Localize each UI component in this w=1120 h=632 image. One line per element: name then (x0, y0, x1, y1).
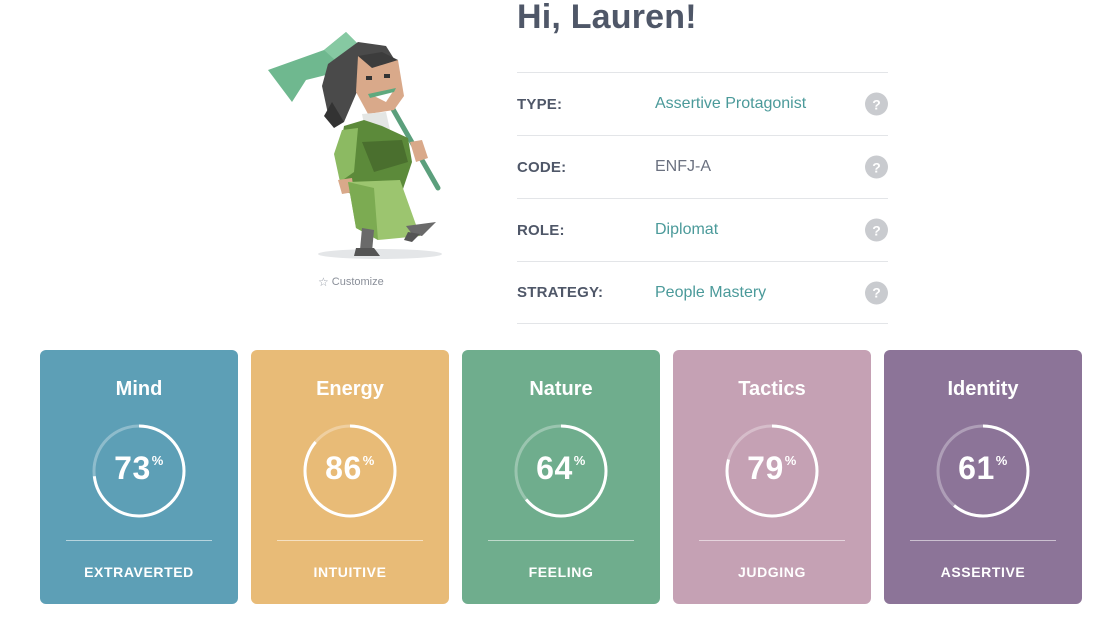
page-title: Hi, Lauren! (517, 0, 697, 36)
help-icon[interactable]: ? (865, 218, 888, 242)
progress-ring: 73% (92, 424, 186, 518)
divider (699, 540, 845, 541)
role-value-link[interactable]: Diplomat (655, 221, 718, 239)
divider (910, 540, 1056, 541)
card-title: Energy (316, 378, 384, 400)
trait-label: JUDGING (738, 564, 806, 580)
type-info-list: TYPE: Assertive Protagonist ? CODE: ENFJ… (517, 72, 888, 324)
progress-ring: 86% (303, 424, 397, 518)
trait-card-tactics[interactable]: Tactics 79% JUDGING (673, 350, 871, 604)
progress-ring: 61% (936, 424, 1030, 518)
profile-page: ☆ Customize Hi, Lauren! TYPE: Assertive … (0, 0, 1120, 632)
percent-sign: % (362, 453, 375, 468)
percent-value: 64 (536, 450, 573, 486)
info-row-type: TYPE: Assertive Protagonist ? (517, 72, 888, 135)
help-icon[interactable]: ? (865, 92, 888, 116)
strategy-value-link[interactable]: People Mastery (655, 284, 766, 302)
progress-ring: 79% (725, 424, 819, 518)
trait-label: FEELING (528, 564, 594, 580)
percent-sign: % (573, 453, 586, 468)
progress-ring: 64% (514, 424, 608, 518)
trait-card-identity[interactable]: Identity 61% ASSERTIVE (884, 350, 1082, 604)
info-row-strategy: STRATEGY: People Mastery ? (517, 261, 888, 324)
trait-card-mind[interactable]: Mind 73% EXTRAVERTED (40, 350, 238, 604)
percent-value: 61 (958, 450, 995, 486)
divider (66, 540, 212, 541)
percent-value: 79 (747, 450, 784, 486)
info-row-code: CODE: ENFJ-A ? (517, 135, 888, 198)
help-icon[interactable]: ? (865, 155, 888, 179)
trait-card-energy[interactable]: Energy 86% INTUITIVE (251, 350, 449, 604)
divider (488, 540, 634, 541)
customize-link[interactable]: ☆ Customize (318, 276, 384, 288)
avatar-illustration (268, 32, 442, 259)
trait-label: INTUITIVE (313, 564, 387, 580)
help-icon[interactable]: ? (865, 281, 888, 304)
info-label: ROLE: (517, 221, 565, 239)
divider (277, 540, 423, 541)
trait-label: EXTRAVERTED (84, 564, 194, 580)
percent-sign: % (784, 453, 797, 468)
card-title: Nature (529, 378, 593, 400)
percent-sign: % (151, 453, 164, 468)
percent-value: 73 (114, 450, 151, 486)
star-icon: ☆ (318, 275, 329, 289)
trait-card-nature[interactable]: Nature 64% FEELING (462, 350, 660, 604)
code-value: ENFJ-A (655, 158, 711, 175)
card-title: Tactics (738, 378, 806, 400)
info-row-role: ROLE: Diplomat ? (517, 198, 888, 261)
customize-label: Customize (331, 276, 384, 288)
percent-value: 86 (325, 450, 362, 486)
card-title: Identity (947, 378, 1019, 400)
info-label: TYPE: (517, 95, 563, 113)
info-label: CODE: (517, 158, 567, 176)
percent-sign: % (995, 453, 1008, 468)
card-title: Mind (115, 378, 163, 400)
info-label: STRATEGY: (517, 284, 604, 301)
trait-label: ASSERTIVE (940, 564, 1026, 580)
type-value-link[interactable]: Assertive Protagonist (655, 95, 806, 113)
trait-cards: Mind 73% EXTRAVERTED Energy 86% INTUITIV… (40, 350, 1082, 604)
